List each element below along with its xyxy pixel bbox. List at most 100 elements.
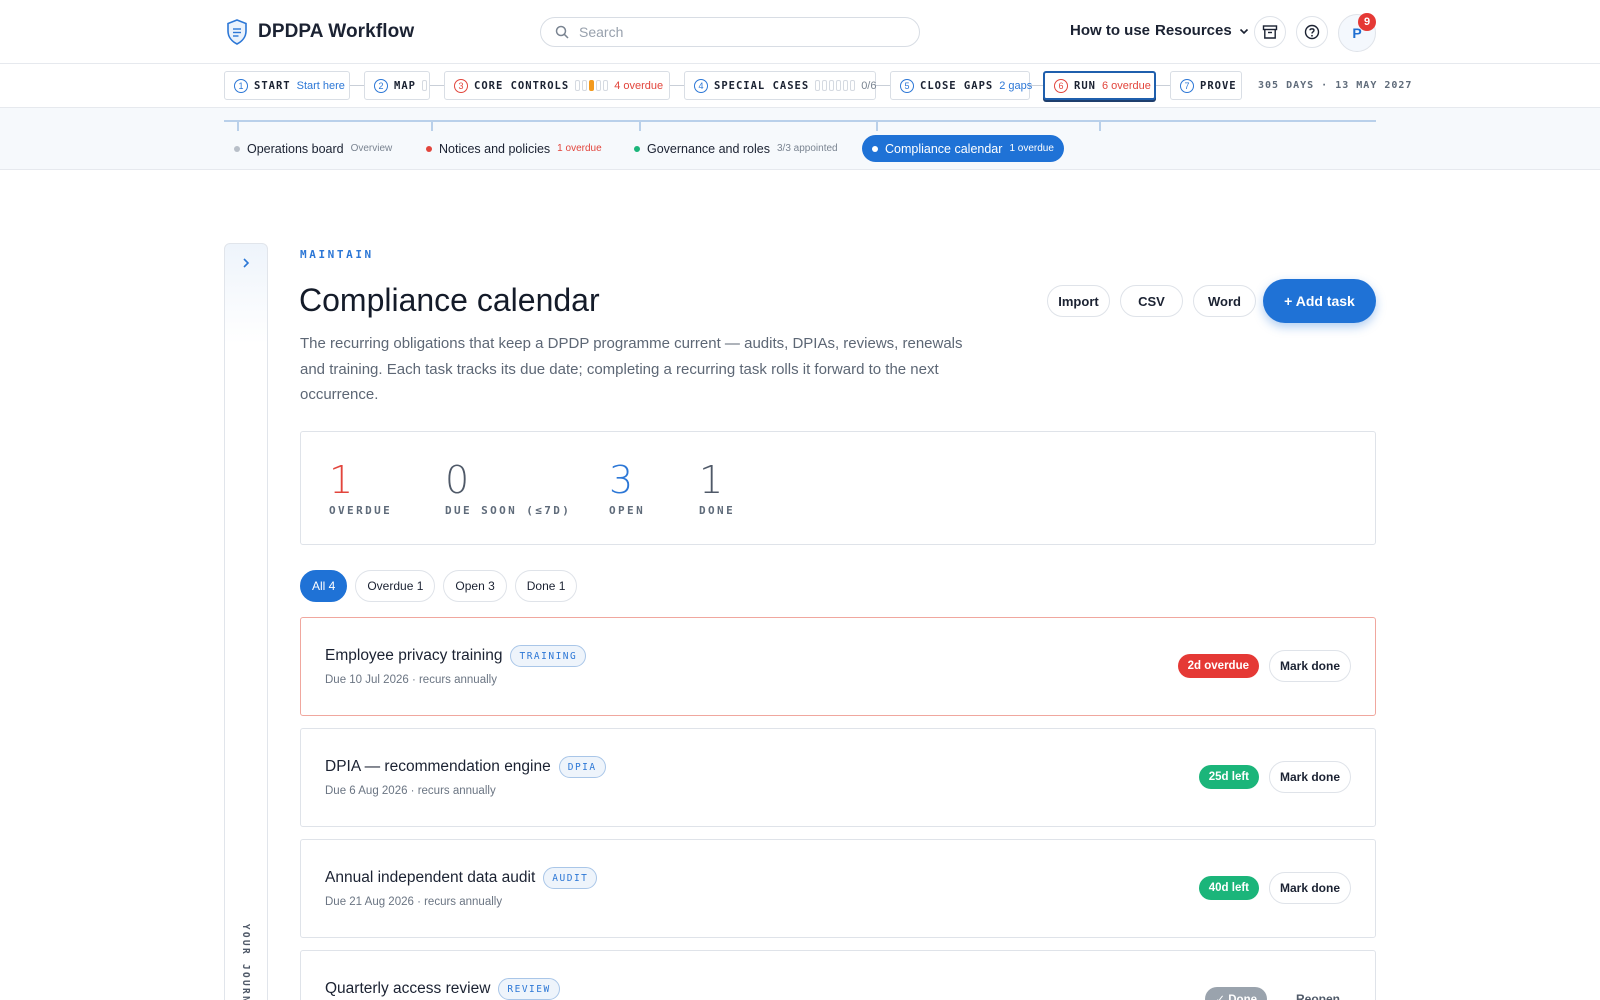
brand[interactable]: DPDPA Workflow bbox=[226, 19, 414, 45]
step-number: 3 bbox=[454, 78, 468, 93]
step-label: PROVE bbox=[1200, 79, 1237, 92]
subtab-governance-and-roles[interactable]: Governance and roles 3/3 appointed bbox=[624, 135, 848, 162]
add-task-button[interactable]: + Add task bbox=[1263, 279, 1376, 323]
step-run[interactable]: 6 RUN 6 overdue bbox=[1043, 71, 1156, 100]
task-name[interactable]: Quarterly access review bbox=[325, 980, 490, 998]
task-due-info: Due 21 Aug 2026 · recurs annually bbox=[325, 896, 503, 908]
task-due-info: Due 6 Aug 2026 · recurs annually bbox=[325, 785, 496, 797]
nav-how-to-use[interactable]: How to use bbox=[1070, 22, 1150, 39]
step-status: 0/6 bbox=[861, 79, 877, 92]
import-button[interactable]: Import bbox=[1047, 285, 1110, 317]
filter-open[interactable]: Open 3 bbox=[443, 570, 507, 602]
subtab-label: Notices and policies bbox=[439, 141, 551, 156]
chevron-right-icon[interactable] bbox=[239, 256, 253, 270]
task-name[interactable]: Annual independent data audit bbox=[325, 869, 535, 887]
step-connector bbox=[875, 85, 891, 86]
step-number: 5 bbox=[900, 78, 914, 93]
nav-resources[interactable]: Resources bbox=[1155, 22, 1250, 39]
stat-label: DONE bbox=[699, 504, 736, 517]
stat-value: 1 bbox=[329, 458, 354, 502]
search-box[interactable] bbox=[540, 17, 920, 47]
top-bar: DPDPA Workflow How to use Resources P 9 bbox=[0, 0, 1600, 64]
step-label: MAP bbox=[394, 79, 416, 92]
help-button[interactable] bbox=[1296, 16, 1328, 48]
task-title: DPIA — recommendation engine DPIA bbox=[325, 756, 606, 778]
notification-badge: 9 bbox=[1358, 13, 1376, 31]
subnav-tick bbox=[1099, 121, 1101, 131]
mark-done-button[interactable]: Mark done bbox=[1268, 761, 1351, 793]
stat-due-soon: 0 DUE SOON (≤7D) bbox=[445, 458, 571, 517]
subtab-operations-board[interactable]: Operations board Overview bbox=[224, 135, 402, 162]
step-special-cases[interactable]: 4 SPECIAL CASES 0/6 bbox=[684, 71, 876, 100]
section-eyebrow: MAINTAIN bbox=[300, 248, 374, 261]
step-number: 7 bbox=[1180, 78, 1194, 93]
step-start[interactable]: 1 START Start here bbox=[224, 71, 350, 100]
step-status: 2 gaps bbox=[999, 79, 1033, 92]
status-dot bbox=[634, 145, 640, 152]
task-title: Quarterly access review REVIEW bbox=[325, 978, 560, 1000]
step-progress-pips bbox=[575, 80, 609, 91]
subtab-meta: Overview bbox=[350, 143, 393, 154]
subnav-tick bbox=[876, 121, 878, 131]
app-name: DPDPA Workflow bbox=[258, 21, 415, 42]
step-core-controls[interactable]: 3 CORE CONTROLS 4 overdue bbox=[444, 71, 670, 100]
stat-overdue: 1 OVERDUE bbox=[329, 458, 392, 517]
step-label: SPECIAL CASES bbox=[714, 79, 810, 92]
stats-panel: 1 OVERDUE 0 DUE SOON (≤7D) 3 OPEN 1 DONE bbox=[300, 431, 1376, 545]
task-filters: All 4 Overdue 1 Open 3 Done 1 bbox=[300, 570, 578, 602]
task-row: Quarterly access review REVIEW ✓ Done Re… bbox=[300, 950, 1376, 1000]
step-status: 4 overdue bbox=[614, 79, 664, 92]
step-status: 6 overdue bbox=[1101, 79, 1151, 92]
step-connector bbox=[429, 85, 445, 86]
search-input[interactable] bbox=[579, 24, 899, 40]
step-number: 4 bbox=[694, 78, 708, 93]
filter-overdue[interactable]: Overdue 1 bbox=[355, 570, 436, 602]
subtab-notices-and-policies[interactable]: Notices and policies 1 overdue bbox=[416, 135, 612, 162]
step-close-gaps[interactable]: 5 CLOSE GAPS 2 gaps bbox=[890, 71, 1033, 100]
step-number: 1 bbox=[234, 78, 248, 93]
filter-done[interactable]: Done 1 bbox=[514, 570, 578, 602]
stat-open: 3 OPEN bbox=[609, 458, 645, 517]
task-category-tag: TRAINING bbox=[510, 645, 587, 667]
task-due-info: Due 10 Jul 2026 · recurs annually bbox=[325, 674, 497, 686]
step-map[interactable]: 2 MAP bbox=[364, 71, 430, 100]
journey-rail: YOUR JOURNEY bbox=[224, 243, 268, 1000]
filter-all[interactable]: All 4 bbox=[300, 570, 348, 602]
task-status-badge: 2d overdue bbox=[1177, 654, 1259, 678]
task-name[interactable]: DPIA — recommendation engine bbox=[325, 758, 551, 776]
step-prove[interactable]: 7 PROVE bbox=[1170, 71, 1242, 100]
word-export-button[interactable]: Word bbox=[1193, 285, 1256, 317]
step-progress-pips bbox=[815, 80, 856, 91]
step-label: START bbox=[254, 79, 291, 92]
subnav-track bbox=[224, 120, 1376, 122]
task-name[interactable]: Employee privacy training bbox=[325, 647, 502, 665]
step-progress-pips bbox=[421, 80, 427, 91]
stat-label: DUE SOON (≤7D) bbox=[445, 504, 572, 517]
stat-done: 1 DONE bbox=[699, 458, 735, 517]
stat-value: 3 bbox=[609, 458, 634, 502]
page-title: Compliance calendar bbox=[299, 282, 600, 318]
step-label: CLOSE GAPS bbox=[920, 79, 994, 92]
subtab-compliance-calendar[interactable]: Compliance calendar 1 overdue bbox=[862, 135, 1064, 162]
reopen-button[interactable]: Reopen bbox=[1284, 983, 1351, 1000]
task-status-badge: 40d left bbox=[1198, 876, 1259, 900]
nav-resources-label: Resources bbox=[1155, 22, 1232, 39]
step-connector bbox=[349, 85, 365, 86]
help-icon bbox=[1304, 24, 1320, 40]
step-number: 2 bbox=[374, 78, 388, 93]
task-row: DPIA — recommendation engine DPIA Due 6 … bbox=[300, 728, 1376, 827]
search-icon bbox=[555, 25, 569, 39]
task-status-badge: 25d left bbox=[1198, 765, 1259, 789]
stat-value: 0 bbox=[445, 458, 470, 502]
mark-done-button[interactable]: Mark done bbox=[1268, 872, 1351, 904]
subtab-label: Compliance calendar bbox=[885, 141, 1003, 156]
archive-button[interactable] bbox=[1254, 16, 1286, 48]
task-status-badge: ✓ Done bbox=[1205, 987, 1267, 1000]
archive-icon bbox=[1262, 25, 1278, 39]
step-number: 6 bbox=[1054, 78, 1068, 93]
step-connector bbox=[1155, 85, 1171, 86]
csv-export-button[interactable]: CSV bbox=[1120, 285, 1183, 317]
chevron-down-icon bbox=[1239, 28, 1248, 34]
mark-done-button[interactable]: Mark done bbox=[1268, 650, 1351, 682]
task-category-tag: REVIEW bbox=[498, 978, 560, 1000]
